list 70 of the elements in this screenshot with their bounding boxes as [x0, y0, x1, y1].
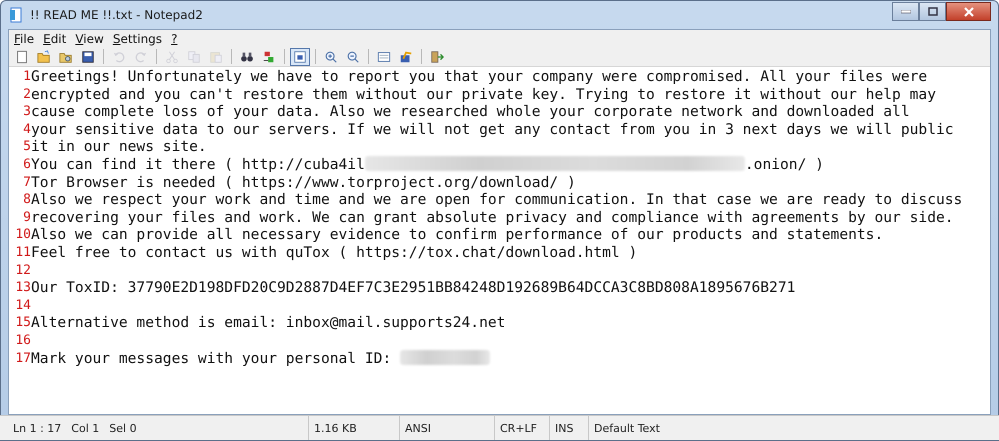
line-number: 10	[14, 226, 31, 244]
maximize-button[interactable]	[919, 2, 946, 21]
text-line: Also we can provide all necessary evidence to confirm performance of our products and statements.	[31, 226, 884, 244]
word-wrap-icon	[293, 50, 307, 64]
cut-icon	[165, 50, 179, 64]
new-file-icon	[15, 50, 29, 64]
maximize-icon	[928, 7, 938, 16]
line-number: 13	[14, 279, 31, 297]
paste-icon	[209, 50, 223, 64]
line-number: 7	[22, 174, 31, 192]
replace-icon	[262, 50, 276, 64]
text-line: recovering your files and work. We can grant absolute privacy and compliance with agreements by our side.	[31, 208, 954, 226]
status-text: Ln 1 : 17	[13, 422, 62, 434]
line-number: 3	[22, 103, 31, 121]
menu-item[interactable]: Settings	[110, 32, 168, 46]
line-number: 14	[14, 296, 31, 314]
window-title: !! READ ME !!.txt - Notepad2	[30, 8, 204, 22]
undo-icon	[112, 50, 126, 64]
text-line: Our ToxID: 37790E2D198DFD20C9D2887D4EF7C3E2951BB84248D192689B64DCCA3C8BD808A1895676B271	[31, 279, 796, 297]
text-line: .onion/ )	[744, 156, 824, 174]
zoom-out-icon	[346, 50, 360, 64]
menu-item[interactable]: ?	[168, 32, 184, 46]
line-number: 6	[22, 156, 31, 174]
app-icon	[8, 7, 24, 23]
line-number: 12	[14, 262, 31, 280]
line-number: 5	[22, 138, 31, 156]
status-text: Col 1	[71, 422, 100, 434]
window-icon	[377, 50, 391, 64]
menu-item[interactable]: Edit	[40, 32, 72, 46]
text-line: encrypted and you can't restore them without our private key. Trying to restore it without our help may	[31, 86, 936, 104]
line-number: 1	[22, 68, 31, 86]
text-line: Greetings! Unfortunately we have to report you that your company were compromised. All your files were	[31, 68, 928, 86]
copy-icon	[187, 50, 201, 64]
text-line: it in our news site.	[31, 138, 207, 156]
minimize-icon	[900, 10, 910, 14]
text-line: Tor Browser is needed ( https://www.torproject.org/download/ )	[31, 174, 576, 192]
text-line: Mark your messages with your personal ID:	[31, 350, 392, 368]
text-line: your sensitive data to our servers. If we will not get any contact from you in 3 next days we will public	[31, 120, 954, 138]
status-text: CR+LF	[500, 422, 537, 434]
line-number: 11	[14, 244, 31, 262]
text-line: Alternative method is email: inbox@mail.supports24.net	[31, 314, 506, 332]
edit-icon	[399, 50, 413, 64]
exit-icon	[430, 50, 444, 64]
menu-item[interactable]: View	[72, 32, 110, 46]
save-icon	[81, 50, 95, 64]
zoom-in-icon	[324, 50, 338, 64]
status-text: INS	[555, 422, 574, 434]
close-button[interactable]	[946, 2, 991, 21]
close-icon	[962, 6, 974, 16]
text-line: Feel free to contact us with quTox ( https://tox.chat/download.html )	[31, 244, 638, 262]
menu-item[interactable]: File	[11, 32, 40, 46]
line-number: 2	[22, 86, 31, 104]
line-number: 8	[22, 191, 31, 209]
line-number: 9	[22, 208, 31, 226]
line-number: 17	[14, 350, 31, 368]
minimize-button[interactable]	[892, 2, 919, 21]
word-wrap-button[interactable]	[290, 48, 310, 66]
redo-icon	[134, 50, 148, 64]
text-line: You can find it there ( http://cuba4il	[31, 156, 365, 174]
line-number: 16	[14, 332, 31, 350]
status-text: ANSI	[405, 422, 431, 434]
line-number: 15	[14, 314, 31, 332]
find-icon	[240, 50, 254, 64]
status-text: Default Text	[594, 422, 660, 434]
status-text: 1.16 KB	[314, 422, 357, 434]
text-line: cause complete loss of your data. Also we researched whole your corporate network and downloaded all	[31, 103, 910, 121]
status-text: Sel 0	[109, 422, 137, 434]
line-number: 4	[22, 120, 31, 138]
text-line: Also we respect your work and time and we are open for communication. In that case we are ready to discuss	[31, 191, 962, 209]
open-folder-icon	[37, 50, 51, 64]
